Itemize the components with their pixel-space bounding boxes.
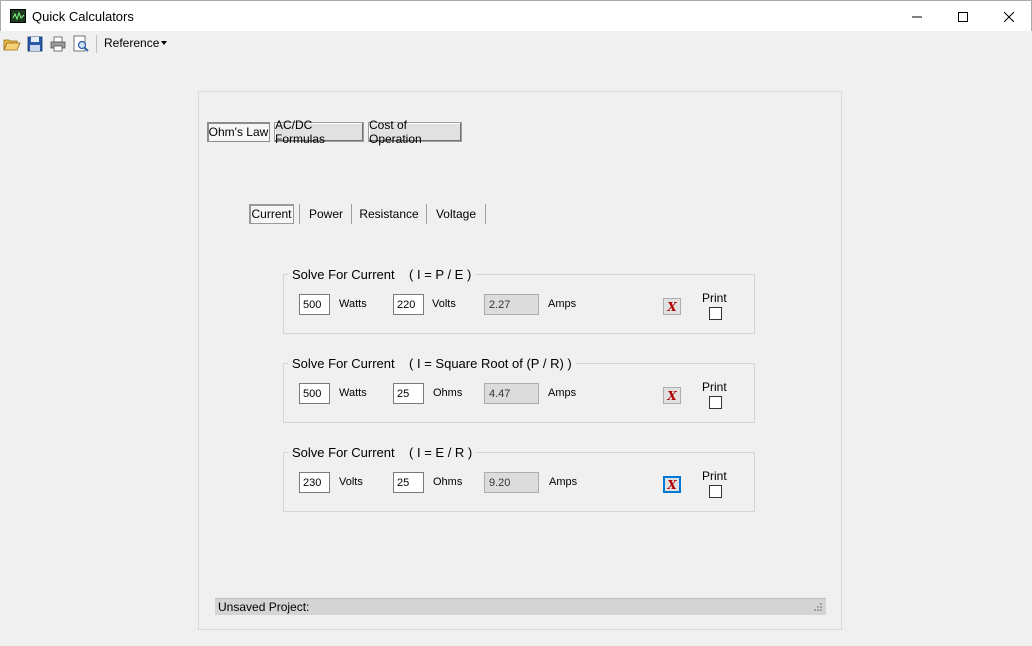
close-button[interactable] — [986, 1, 1032, 32]
print-checkbox[interactable] — [709, 485, 722, 498]
minimize-button[interactable] — [894, 1, 940, 32]
subtab-voltage[interactable]: Voltage — [429, 204, 483, 224]
input-2-unit: Volts — [432, 298, 456, 310]
subtab-separator — [485, 204, 486, 224]
calculator-title: Solve For Current — [292, 445, 395, 460]
subtab-separator — [426, 204, 427, 224]
app-icon — [10, 9, 26, 23]
calculator-group: Solve For Current ( I = P / E ) 500 Watt… — [283, 267, 755, 334]
dropdown-arrow-icon[interactable] — [161, 41, 167, 45]
print-preview-icon[interactable] — [72, 35, 90, 53]
subtab-separator — [351, 204, 352, 224]
input-2-field[interactable]: 25 — [393, 383, 424, 404]
calculator-formula: ( I = E / R ) — [409, 445, 473, 460]
input-1-unit: Watts — [339, 298, 367, 310]
result-unit: Amps — [548, 387, 577, 399]
clear-button[interactable]: X — [663, 387, 681, 404]
calculator-group: Solve For Current ( I = E / R ) 230 Volt… — [283, 445, 755, 512]
tab-ohms-law[interactable]: Ohm's Law — [207, 122, 270, 142]
calculator-group: Solve For Current ( I = Square Root of (… — [283, 356, 755, 423]
input-2-unit: Ohms — [433, 387, 463, 399]
clear-button[interactable]: X — [663, 476, 681, 493]
title-bar: Quick Calculators — [0, 0, 1032, 31]
tab-ac-dc-formulas[interactable]: AC/DC Formulas — [274, 118, 364, 146]
result-field: 4.47 — [484, 383, 539, 404]
print-label: Print — [702, 380, 727, 394]
print-label: Print — [702, 469, 727, 483]
calculator-formula: ( I = Square Root of (P / R) ) — [409, 356, 572, 371]
maximize-button[interactable] — [940, 1, 986, 32]
open-folder-icon[interactable] — [3, 35, 21, 53]
maximize-icon — [958, 11, 968, 22]
calculator-title: Solve For Current — [292, 267, 395, 282]
print-checkbox[interactable] — [709, 396, 722, 409]
calculator-title: Solve For Current — [292, 356, 395, 371]
main-panel: Ohm's Law AC/DC Formulas Cost of Operati… — [198, 91, 842, 630]
result-unit: Amps — [549, 476, 578, 488]
status-text: Unsaved Project: — [218, 600, 310, 614]
print-checkbox[interactable] — [709, 307, 722, 320]
print-label: Print — [702, 291, 727, 305]
close-icon — [1004, 11, 1014, 22]
reference-menu[interactable]: Reference — [104, 36, 159, 50]
calculator-legend: Solve For Current ( I = Square Root of (… — [288, 356, 576, 371]
toolbar: Reference — [0, 31, 1032, 56]
input-1-unit: Volts — [339, 476, 363, 488]
subtab-current[interactable]: Current — [249, 204, 294, 224]
input-1-unit: Watts — [339, 387, 367, 399]
input-2-unit: Ohms — [433, 476, 463, 488]
resize-grip-icon[interactable] — [811, 602, 823, 614]
input-1-field[interactable]: 230 — [299, 472, 330, 493]
save-icon[interactable] — [26, 35, 44, 53]
result-field: 9.20 — [484, 472, 539, 493]
calculator-legend: Solve For Current ( I = E / R ) — [288, 445, 477, 460]
print-icon[interactable] — [49, 35, 67, 53]
result-unit: Amps — [548, 298, 577, 310]
status-bar: Unsaved Project: — [215, 598, 826, 615]
subtab-resistance[interactable]: Resistance — [355, 204, 423, 224]
minimize-icon — [912, 16, 922, 17]
subtab-power[interactable]: Power — [302, 204, 350, 224]
tab-cost-of-operation[interactable]: Cost of Operation — [368, 118, 462, 146]
toolbar-separator — [96, 35, 97, 53]
input-2-field[interactable]: 25 — [393, 472, 424, 493]
calculator-formula: ( I = P / E ) — [409, 267, 472, 282]
window-title: Quick Calculators — [32, 9, 134, 24]
clear-button[interactable]: X — [663, 298, 681, 315]
subtab-separator — [299, 204, 300, 224]
calculator-legend: Solve For Current ( I = P / E ) — [288, 267, 476, 282]
input-1-field[interactable]: 500 — [299, 383, 330, 404]
input-2-field[interactable]: 220 — [393, 294, 424, 315]
input-1-field[interactable]: 500 — [299, 294, 330, 315]
result-field: 2.27 — [484, 294, 539, 315]
